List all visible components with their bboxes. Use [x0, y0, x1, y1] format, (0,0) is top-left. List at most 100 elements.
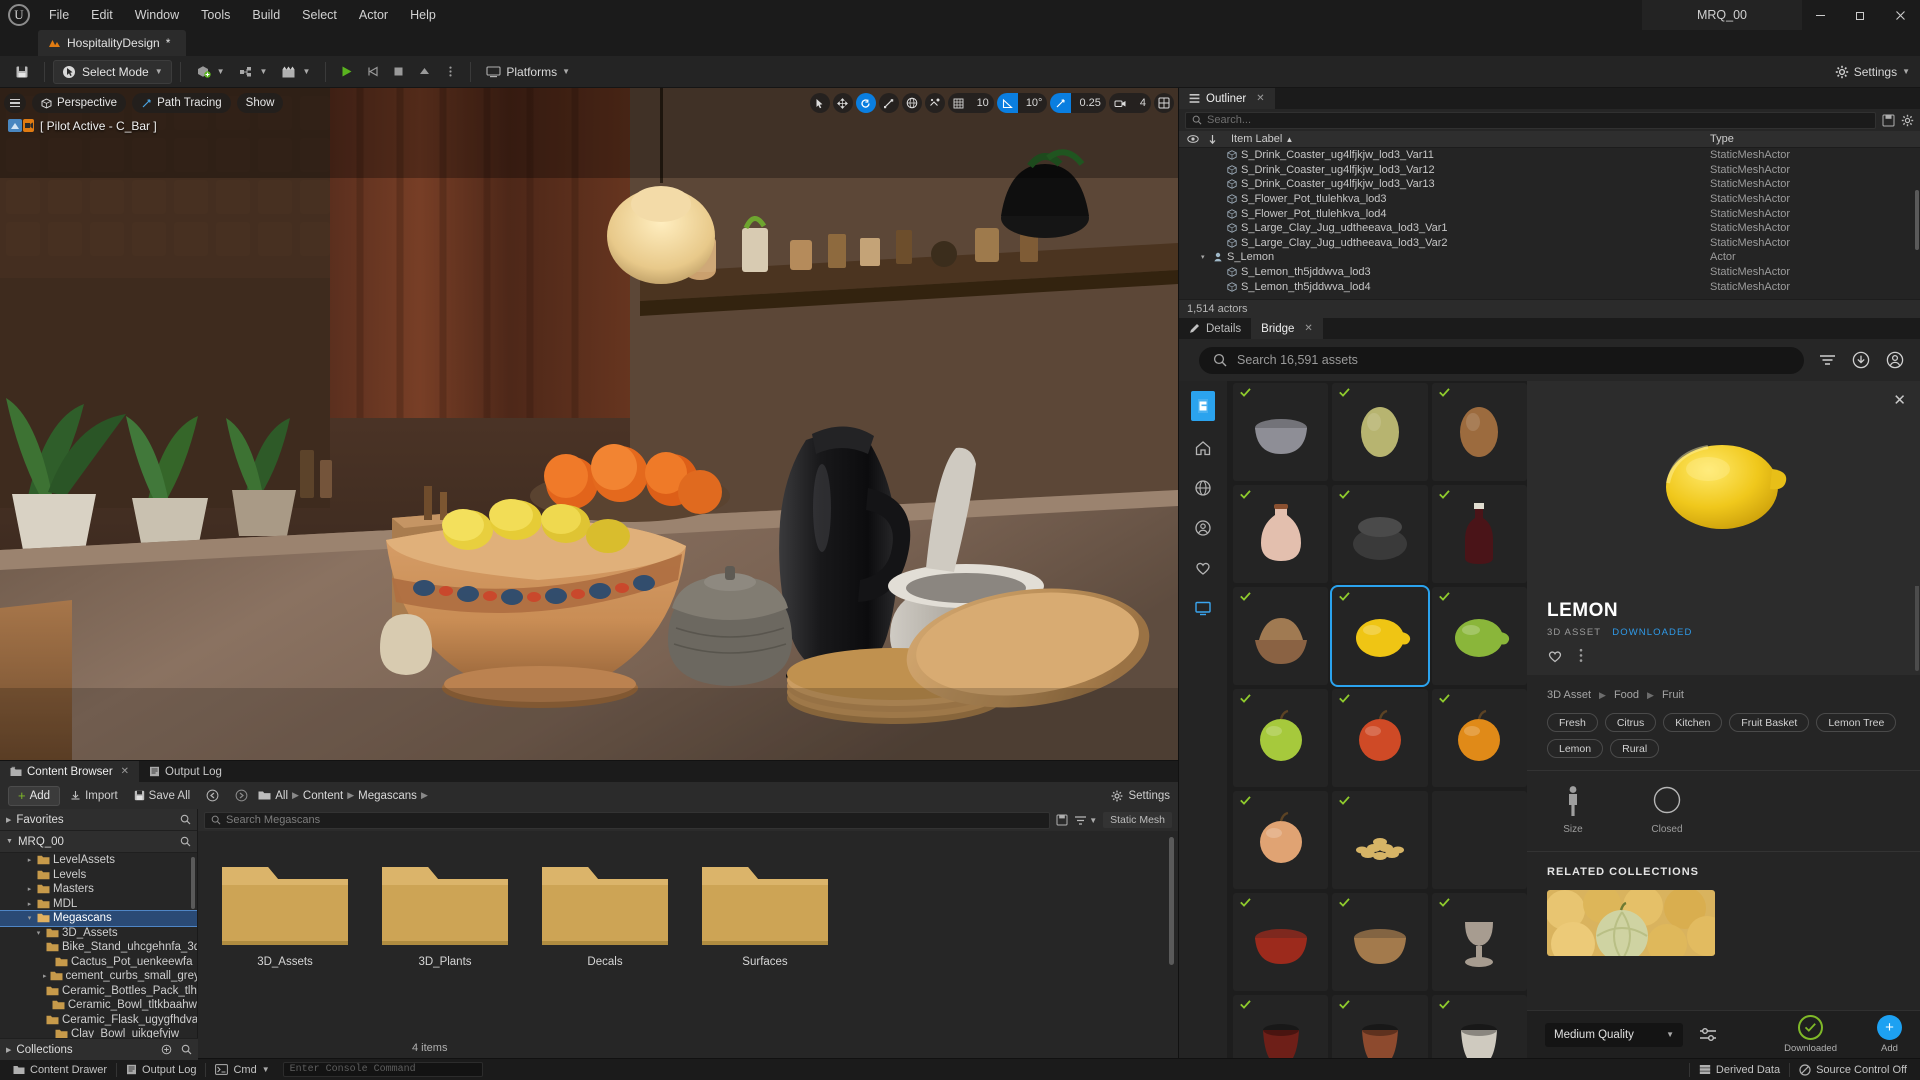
close-icon[interactable]: ✕	[1893, 391, 1906, 409]
angle-snap-value[interactable]: 10°	[1021, 93, 1048, 113]
grid-snap-group[interactable]: 10	[948, 93, 994, 113]
surface-snapping-button[interactable]	[925, 93, 945, 113]
search-icon[interactable]	[181, 1044, 192, 1055]
expander-icon[interactable]: ▾	[34, 929, 43, 937]
expander-icon[interactable]: ▾	[25, 914, 34, 922]
menu-actor[interactable]: Actor	[348, 0, 399, 30]
tab-outliner[interactable]: Outliner ✕	[1179, 88, 1275, 109]
quality-dropdown[interactable]: Medium Quality ▼	[1545, 1023, 1683, 1047]
download-icon[interactable]	[1850, 349, 1872, 371]
tree-item[interactable]: ▸cement_curbs_small_grey_	[0, 969, 197, 984]
globe-icon[interactable]	[1190, 475, 1216, 501]
account-icon[interactable]	[1190, 515, 1216, 541]
bridge-asset-cell[interactable]	[1432, 587, 1527, 685]
tree-item[interactable]: Levels	[0, 868, 197, 883]
play-button[interactable]	[334, 60, 358, 84]
add-content-button[interactable]: + Add	[8, 786, 60, 806]
camera-icon[interactable]	[1109, 93, 1132, 113]
favorites-header[interactable]: ▶ Favorites	[0, 809, 197, 831]
console-command-input[interactable]: Enter Console Command	[283, 1062, 483, 1077]
scale-snap-group[interactable]: 0.25	[1050, 93, 1105, 113]
property-size[interactable]: Size	[1547, 785, 1599, 835]
blueprints-button[interactable]: ▼	[232, 60, 275, 84]
search-megascans-input[interactable]: Search Megascans	[204, 812, 1050, 829]
bridge-asset-cell[interactable]	[1332, 383, 1427, 481]
outliner-row[interactable]: ▾S_LemonActor	[1179, 250, 1920, 265]
bridge-asset-grid[interactable]	[1227, 381, 1527, 1058]
home-icon[interactable]	[1190, 435, 1216, 461]
scale-snap-icon[interactable]	[1050, 93, 1071, 113]
search-icon[interactable]	[180, 836, 191, 847]
tree-item[interactable]: ▸MDL	[0, 897, 197, 912]
bridge-asset-cell[interactable]	[1432, 791, 1527, 889]
close-icon[interactable]: ✕	[1256, 93, 1264, 104]
tree-item[interactable]: ▸LevelAssets	[0, 853, 197, 868]
angle-snap-group[interactable]: 10°	[997, 93, 1048, 113]
gear-icon[interactable]	[1901, 114, 1914, 127]
asset-tag[interactable]: Lemon Tree	[1816, 713, 1896, 732]
bridge-asset-cell[interactable]	[1233, 383, 1328, 481]
outliner-scrollbar[interactable]	[1915, 190, 1919, 250]
scale-tool[interactable]	[879, 93, 899, 113]
filter-icon[interactable]	[1816, 349, 1838, 371]
bridge-asset-cell[interactable]	[1233, 995, 1328, 1058]
tree-item[interactable]: ▸Masters	[0, 882, 197, 897]
menu-build[interactable]: Build	[241, 0, 291, 30]
grid-snap-icon[interactable]	[948, 93, 969, 113]
outliner-row[interactable]: S_Drink_Coaster_ug4lfjkjw_lod3_Var11Stat…	[1179, 148, 1920, 163]
tab-content-browser[interactable]: Content Browser ✕	[0, 761, 139, 782]
favorites-icon[interactable]	[1190, 555, 1216, 581]
nav-back-button[interactable]	[200, 786, 225, 806]
expander-icon[interactable]: ▸	[25, 885, 34, 893]
scale-snap-value[interactable]: 0.25	[1074, 93, 1105, 113]
bridge-asset-cell[interactable]	[1233, 893, 1328, 991]
asset-tag[interactable]: Fruit Basket	[1729, 713, 1809, 732]
breadcrumb-all[interactable]: All	[275, 790, 288, 802]
outliner-row[interactable]: S_Large_Clay_Jug_udtheeava_lod3_Var2Stat…	[1179, 236, 1920, 251]
world-coordinates-button[interactable]	[902, 93, 922, 113]
save-button[interactable]	[8, 60, 36, 84]
bridge-asset-cell[interactable]	[1332, 791, 1427, 889]
bridge-logo-icon[interactable]	[1191, 391, 1215, 421]
outliner-row[interactable]: S_Lemon_th5jddwva_lod4StaticMeshActor	[1179, 279, 1920, 294]
bridge-asset-cell[interactable]	[1332, 587, 1427, 685]
level-tab[interactable]: HospitalityDesign *	[38, 30, 186, 56]
folder-card[interactable]: Decals	[540, 853, 670, 968]
asset-tag[interactable]: Fresh	[1547, 713, 1598, 732]
save-all-button[interactable]: Save All	[128, 786, 197, 806]
move-tool[interactable]	[833, 93, 853, 113]
outliner-row[interactable]: S_Drink_Coaster_ug4lfjkjw_lod3_Var13Stat…	[1179, 177, 1920, 192]
content-drawer-button[interactable]: Content Drawer	[4, 1060, 116, 1080]
asset-breadcrumb-0[interactable]: 3D Asset	[1547, 689, 1591, 701]
bridge-asset-cell[interactable]	[1233, 791, 1328, 889]
outliner-header-type[interactable]: Type	[1710, 133, 1920, 145]
property-closed[interactable]: Closed	[1641, 785, 1693, 835]
close-icon[interactable]: ✕	[121, 766, 129, 777]
expander-icon[interactable]: ▸	[25, 856, 34, 864]
derived-data-button[interactable]: Derived Data	[1690, 1060, 1789, 1080]
folder-card[interactable]: 3D_Assets	[220, 853, 350, 968]
camera-speed-group[interactable]: 4	[1109, 93, 1151, 113]
more-vertical-icon[interactable]	[1579, 648, 1583, 663]
angle-snap-icon[interactable]	[997, 93, 1018, 113]
bridge-asset-cell[interactable]	[1233, 689, 1328, 787]
menu-window[interactable]: Window	[124, 0, 190, 30]
bridge-asset-cell[interactable]	[1332, 893, 1427, 991]
platforms-button[interactable]: Platforms ▼	[479, 60, 577, 84]
bridge-asset-cell[interactable]	[1233, 587, 1328, 685]
minimize-button[interactable]	[1800, 0, 1840, 30]
outliner-row[interactable]: S_Lemon_th5jddwva_lod3StaticMeshActor	[1179, 265, 1920, 280]
bridge-asset-cell[interactable]	[1432, 689, 1527, 787]
sort-icon[interactable]	[1208, 134, 1217, 145]
save-search-icon[interactable]	[1056, 814, 1068, 826]
close-icon[interactable]: ✕	[1304, 323, 1312, 334]
menu-file[interactable]: File	[38, 0, 80, 30]
folder-card[interactable]: 3D_Plants	[380, 853, 510, 968]
tree-item[interactable]: Ceramic_Bottles_Pack_tlhf	[0, 984, 197, 999]
sliders-icon[interactable]	[1697, 1024, 1719, 1046]
viewport-menu-button[interactable]	[4, 93, 26, 113]
outliner-row[interactable]: S_Large_Clay_Jug_udtheeava_lod3_Var1Stat…	[1179, 221, 1920, 236]
outliner-row[interactable]: S_Flower_Pot_tlulehkva_lod4StaticMeshAct…	[1179, 206, 1920, 221]
search-icon[interactable]	[180, 814, 191, 825]
add-asset-button[interactable]: + Add	[1877, 1015, 1902, 1054]
